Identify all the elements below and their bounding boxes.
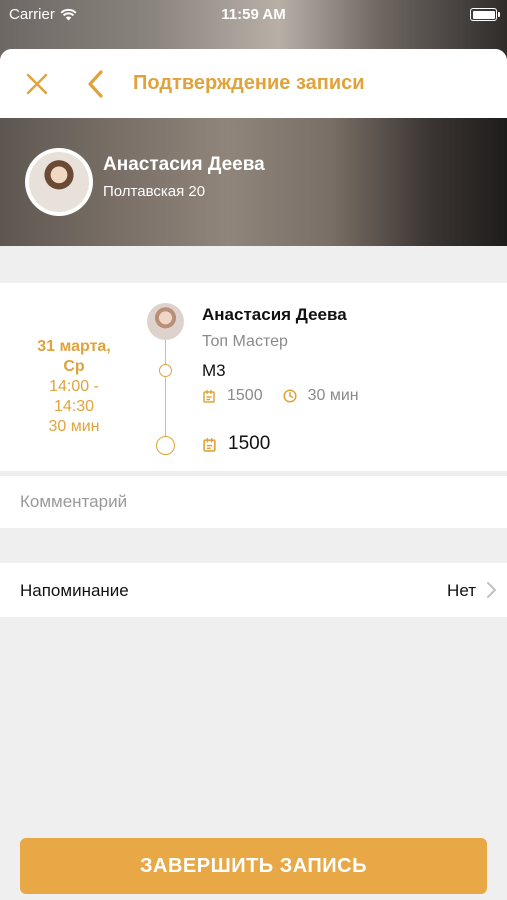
salon-name: Анастасия Деева: [103, 154, 265, 175]
finish-booking-button[interactable]: ЗАВЕРШИТЬ ЗАПИСЬ: [20, 838, 487, 894]
reminder-label: Напоминание: [20, 581, 129, 600]
master-role: Топ Мастер: [202, 333, 288, 350]
appointment-weekday: Ср: [63, 358, 85, 375]
appointment-datetime: 31 марта, Ср 14:00 - 14:30 30 мин: [20, 337, 128, 437]
clock-icon: [283, 389, 297, 403]
salon-header: Анастасия Деева Полтавская 20: [0, 118, 507, 246]
price-tag-icon: [203, 390, 215, 403]
salon-address: Полтавская 20: [103, 183, 206, 200]
reminder-row[interactable]: Напоминание Нет: [0, 563, 507, 617]
timeline-node-service: [159, 364, 172, 377]
status-bar: Carrier 11:59 AM: [0, 0, 507, 30]
service-meta: 1500 30 мин: [202, 387, 359, 405]
appointment-date: 31 марта,: [37, 338, 111, 355]
comment-placeholder: Комментарий: [20, 492, 128, 511]
timeline-node-total: [156, 436, 175, 455]
reminder-value: Нет: [447, 581, 476, 600]
appointment-duration: 30 мин: [48, 418, 100, 435]
page-title: Подтверждение записи: [133, 72, 365, 94]
back-chevron-icon[interactable]: [84, 67, 108, 101]
service-name: М3: [202, 361, 226, 380]
total-price: 1500: [228, 433, 271, 454]
booking-confirmation-sheet: Подтверждение записи Анастасия Деева Пол…: [0, 49, 507, 900]
total-price-row: 1500: [202, 433, 270, 455]
navigation-bar: Подтверждение записи: [0, 49, 507, 118]
service-price: 1500: [227, 387, 263, 404]
appointment-time-start: 14:00 -: [49, 378, 99, 395]
timeline-line: [165, 339, 166, 437]
salon-avatar: [25, 148, 93, 216]
master-name: Анастасия Деева: [202, 305, 347, 324]
price-tag-icon: [203, 437, 216, 452]
appointment-time-end: 14:30: [53, 398, 95, 415]
battery-icon: [470, 8, 500, 21]
comment-field[interactable]: Комментарий: [0, 476, 507, 528]
master-avatar: [147, 303, 184, 340]
appointment-card: 31 марта, Ср 14:00 - 14:30 30 мин Анаста…: [0, 283, 507, 471]
service-duration: 30 мин: [307, 387, 359, 404]
close-icon[interactable]: [22, 69, 52, 99]
salon-avatar-photo: [29, 152, 89, 212]
chevron-right-icon: [487, 582, 496, 598]
status-time: 11:59 AM: [221, 6, 286, 23]
